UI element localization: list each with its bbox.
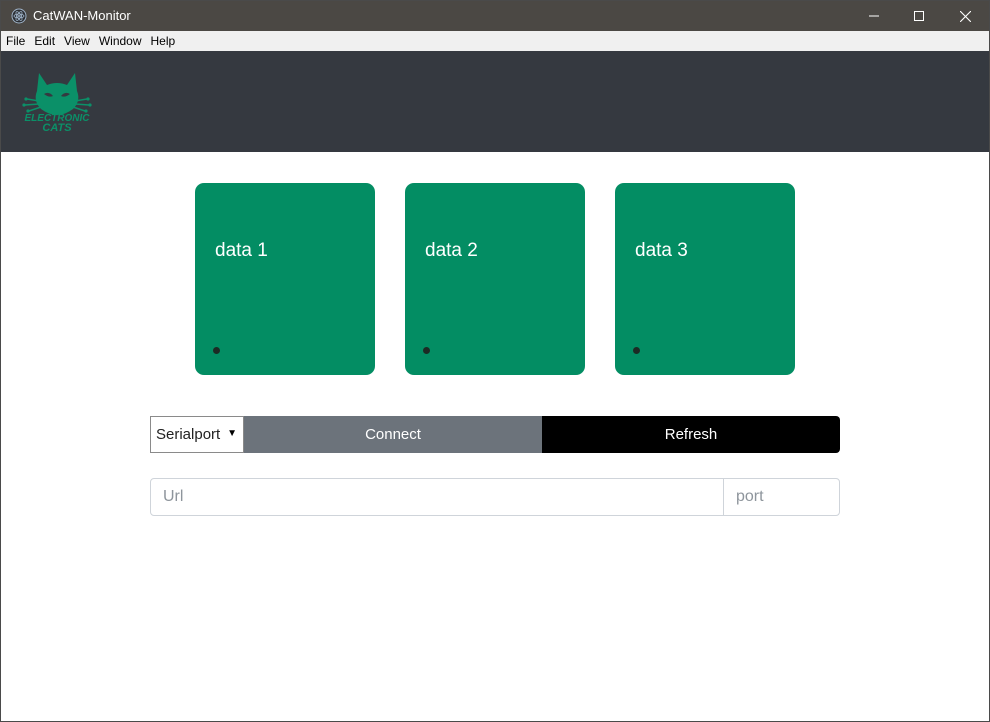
status-dot-icon <box>633 347 640 354</box>
status-dot-icon <box>213 347 220 354</box>
menu-window[interactable]: Window <box>95 31 147 51</box>
maximize-icon <box>914 11 924 21</box>
minimize-icon <box>869 15 879 17</box>
app-header: ELECTRONIC CATS <box>1 51 989 152</box>
port-input[interactable] <box>723 478 840 516</box>
close-button[interactable] <box>942 1 988 31</box>
menu-view[interactable]: View <box>60 31 95 51</box>
logo-text-line2: CATS <box>42 122 72 133</box>
data-card-3: data 3 <box>615 183 795 375</box>
data-card-2: data 2 <box>405 183 585 375</box>
serialport-select-value: Serialport <box>156 426 221 443</box>
data-card-1: data 1 <box>195 183 375 375</box>
serialport-select[interactable]: Serialport ▼ <box>150 416 244 453</box>
menu-file[interactable]: File <box>1 31 30 51</box>
data-card-label: data 2 <box>425 240 478 261</box>
dropdown-caret-icon: ▼ <box>227 428 237 439</box>
data-card-label: data 1 <box>215 240 268 261</box>
menu-edit[interactable]: Edit <box>30 31 60 51</box>
menu-bar: File Edit View Window Help <box>1 31 989 51</box>
connect-button[interactable]: Connect <box>244 416 542 453</box>
refresh-button[interactable]: Refresh <box>542 416 840 453</box>
window-title: CatWAN-Monitor <box>33 8 131 23</box>
electronic-cats-logo: ELECTRONIC CATS <box>17 69 97 134</box>
data-card-label: data 3 <box>635 240 688 261</box>
electron-app-icon <box>11 8 27 24</box>
title-bar[interactable]: CatWAN-Monitor <box>1 1 989 31</box>
close-icon <box>959 10 971 22</box>
minimize-button[interactable] <box>851 1 897 31</box>
app-window: CatWAN-Monitor File Edit View Window Hel… <box>0 0 990 722</box>
status-dot-icon <box>423 347 430 354</box>
maximize-button[interactable] <box>896 1 942 31</box>
menu-help[interactable]: Help <box>147 31 181 51</box>
url-input[interactable] <box>150 478 724 516</box>
